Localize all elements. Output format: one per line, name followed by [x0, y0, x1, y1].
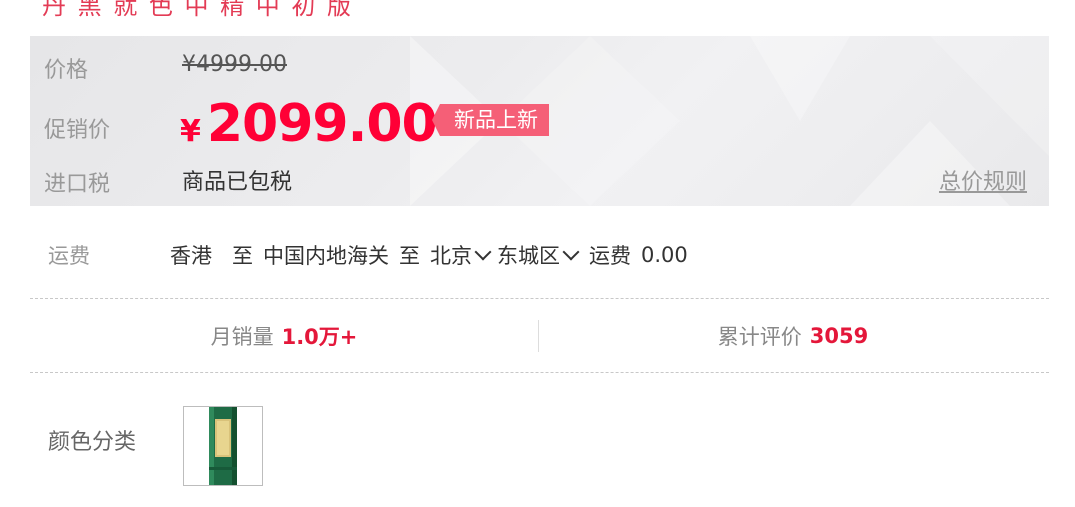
total-price-rules-link[interactable]: 总价规则	[939, 164, 1027, 196]
product-thumbnail	[209, 407, 237, 485]
monthly-sales-value: 1.0万+	[281, 325, 358, 349]
total-reviews[interactable]: 累计评价 3059	[539, 300, 1047, 372]
promo-price-label: 促销价	[44, 118, 111, 143]
color-category-label: 颜色分类	[48, 430, 137, 455]
promo-price-value: 2099.00	[206, 94, 438, 154]
ship-customs: 中国内地海关	[263, 244, 389, 268]
shipping-row: 运费 香港 至 中国内地海关 至 北京 东城区 运费 0.00	[48, 238, 688, 272]
sales-stats: 月销量 1.0万+ 累计评价 3059	[30, 300, 1049, 372]
city-selector[interactable]: 北京	[430, 240, 497, 270]
shipping-label: 运费	[48, 244, 90, 268]
chevron-down-icon	[562, 243, 580, 261]
ship-from: 香港	[170, 244, 212, 268]
shipping-fee-value: 0.00	[641, 243, 688, 267]
divider	[30, 298, 1049, 299]
new-arrival-badge: 新品上新	[432, 104, 549, 136]
ship-to-word: 至	[232, 244, 253, 268]
promo-price: ¥ 2099.00	[180, 94, 438, 154]
divider	[30, 372, 1049, 373]
chevron-down-icon	[474, 243, 492, 261]
ship-to-word-2: 至	[399, 244, 420, 268]
shipping-fee-label: 运费	[589, 244, 631, 268]
total-reviews-label: 累计评价	[717, 325, 802, 349]
import-tax-label: 进口税	[44, 172, 111, 197]
city-value: 北京	[430, 244, 472, 268]
district-value: 东城区	[497, 244, 560, 268]
price-panel: 价格 ¥4999.00 促销价 ¥ 2099.00 新品上新 进口税 商品已包税…	[30, 36, 1049, 206]
total-reviews-value: 3059	[809, 324, 869, 348]
district-selector[interactable]: 东城区	[497, 240, 585, 270]
promo-price-currency: ¥	[180, 114, 201, 149]
color-option-green[interactable]	[183, 406, 263, 486]
product-title-partial: 丹 黑 就 色 中 精 中 初 版	[42, 0, 354, 20]
original-price-value: 4999.00	[196, 52, 287, 77]
import-tax-value: 商品已包税	[182, 170, 293, 195]
monthly-sales-label: 月销量	[210, 325, 274, 349]
original-price-currency: ¥	[182, 52, 196, 77]
monthly-sales: 月销量 1.0万+	[30, 300, 538, 372]
original-price-label: 价格	[44, 58, 89, 83]
original-price: ¥4999.00	[182, 52, 287, 77]
